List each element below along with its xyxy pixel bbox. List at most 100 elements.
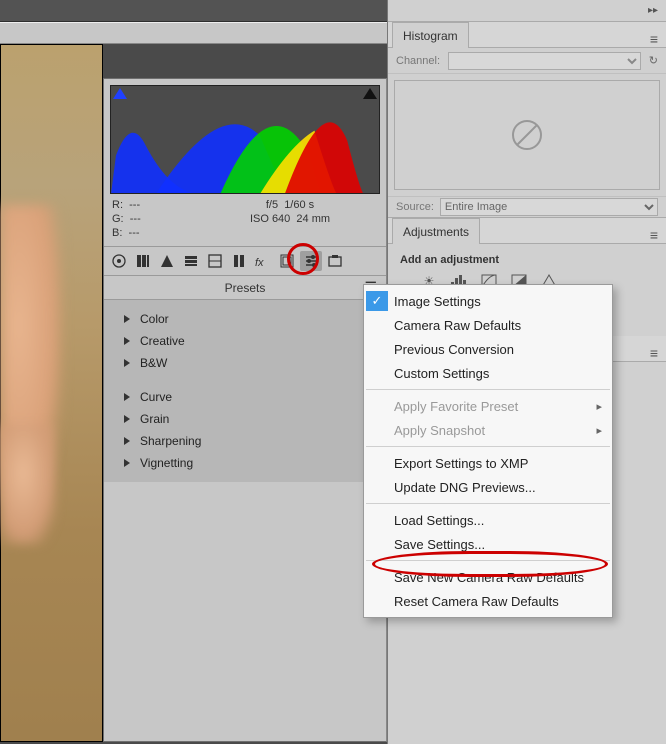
caret-right-icon: [124, 393, 130, 401]
menu-label: Load Settings...: [394, 513, 484, 528]
submenu-arrow-icon: ▸: [596, 424, 602, 437]
preset-group-label: Curve: [140, 390, 172, 404]
caret-right-icon: [124, 359, 130, 367]
camera-raw-panel: R: --- G: --- B: --- f/5 1/60 s ISO 640 …: [103, 78, 387, 742]
menu-label: Save Settings...: [394, 537, 485, 552]
presets-title: Presets: [225, 281, 266, 295]
refresh-icon[interactable]: ↻: [649, 54, 658, 67]
menu-item-custom-settings[interactable]: Custom Settings: [364, 361, 612, 385]
aperture-value: f/5: [266, 199, 278, 211]
menu-label: Camera Raw Defaults: [394, 318, 521, 333]
exif-readout: R: --- G: --- B: --- f/5 1/60 s ISO 640 …: [104, 194, 386, 247]
calibrate-icon[interactable]: [276, 251, 298, 271]
preset-group[interactable]: Curve: [104, 386, 386, 408]
preset-group[interactable]: B&W: [104, 352, 386, 374]
r-label: R:: [112, 199, 123, 211]
window-chrome-dark: [0, 0, 387, 22]
menu-item-load-settings[interactable]: Load Settings...: [364, 508, 612, 532]
menu-label: Save New Camera Raw Defaults: [394, 570, 584, 585]
tone-curve-icon[interactable]: [132, 251, 154, 271]
adjustments-title: Add an adjustment: [400, 254, 656, 266]
channel-label: Channel:: [396, 55, 440, 67]
menu-separator: [366, 560, 610, 561]
panel-menu-icon[interactable]: ≡: [650, 345, 658, 361]
adjustment-tabstrip: fx: [104, 247, 386, 276]
focal-value: 24 mm: [296, 213, 330, 225]
caret-right-icon: [124, 337, 130, 345]
snapshots-icon[interactable]: [324, 251, 346, 271]
menu-label: Image Settings: [394, 294, 481, 309]
presets-context-menu: ✓ Image Settings Camera Raw Defaults Pre…: [363, 284, 613, 618]
iso-value: ISO 640: [250, 213, 290, 225]
preset-group-label: B&W: [140, 356, 167, 370]
histogram-tabrow: Histogram ≡: [388, 22, 666, 48]
hsl-icon[interactable]: [180, 251, 202, 271]
panel-menu-icon[interactable]: ≡: [650, 31, 658, 47]
menu-label: Reset Camera Raw Defaults: [394, 594, 559, 609]
submenu-arrow-icon: ▸: [596, 400, 602, 413]
presets-list[interactable]: Color Creative B&W Curve Grain Sharpenin…: [104, 300, 386, 482]
presets-header: Presets ☰: [104, 276, 386, 300]
lens-icon[interactable]: [228, 251, 250, 271]
shutter-value: 1/60 s: [284, 199, 314, 211]
b-label: B:: [112, 227, 122, 239]
source-label: Source:: [396, 201, 434, 213]
basic-icon[interactable]: [108, 251, 130, 271]
panel-menu-icon[interactable]: ≡: [650, 227, 658, 243]
caret-right-icon: [124, 315, 130, 323]
detail-icon[interactable]: [156, 251, 178, 271]
source-select[interactable]: Entire Image: [440, 198, 658, 216]
channel-select[interactable]: [448, 52, 641, 70]
menu-item-reset-defaults[interactable]: Reset Camera Raw Defaults: [364, 589, 612, 613]
preset-group-label: Grain: [140, 412, 169, 426]
source-row: Source: Entire Image: [388, 196, 666, 218]
channel-row: Channel: ↻: [388, 48, 666, 74]
histogram-display[interactable]: [110, 85, 380, 194]
preset-group[interactable]: Vignetting: [104, 452, 386, 474]
preset-group-label: Creative: [140, 334, 185, 348]
menu-item-apply-snapshot[interactable]: Apply Snapshot ▸: [364, 418, 612, 442]
caret-right-icon: [124, 415, 130, 423]
menu-label: Export Settings to XMP: [394, 456, 528, 471]
presets-icon[interactable]: [300, 251, 322, 271]
preset-group-label: Color: [140, 312, 169, 326]
menu-item-image-settings[interactable]: ✓ Image Settings: [364, 289, 612, 313]
svg-text:fx: fx: [255, 257, 264, 268]
histogram-curves: [111, 86, 379, 194]
menu-label: Custom Settings: [394, 366, 489, 381]
menu-label: Previous Conversion: [394, 342, 514, 357]
preset-group-label: Sharpening: [140, 434, 201, 448]
menu-item-apply-favorite-preset[interactable]: Apply Favorite Preset ▸: [364, 394, 612, 418]
image-preview: [0, 44, 103, 742]
b-value: ---: [129, 227, 140, 239]
menu-item-update-dng[interactable]: Update DNG Previews...: [364, 475, 612, 499]
split-tone-icon[interactable]: [204, 251, 226, 271]
menu-item-camera-raw-defaults[interactable]: Camera Raw Defaults: [364, 313, 612, 337]
r-value: ---: [129, 199, 140, 211]
menu-item-export-xmp[interactable]: Export Settings to XMP: [364, 451, 612, 475]
preset-group[interactable]: Sharpening: [104, 430, 386, 452]
menu-separator: [366, 389, 610, 390]
fx-icon[interactable]: fx: [252, 251, 274, 271]
preset-group[interactable]: Grain: [104, 408, 386, 430]
g-label: G:: [112, 213, 124, 225]
caret-right-icon: [124, 459, 130, 467]
menu-separator: [366, 503, 610, 504]
menu-item-previous-conversion[interactable]: Previous Conversion: [364, 337, 612, 361]
preset-group-label: Vignetting: [140, 456, 193, 470]
menu-label: Apply Favorite Preset: [394, 399, 518, 414]
histogram-empty: [394, 80, 660, 190]
menu-item-save-new-defaults[interactable]: Save New Camera Raw Defaults: [364, 565, 612, 589]
menu-label: Apply Snapshot: [394, 423, 485, 438]
preset-group[interactable]: Color: [104, 308, 386, 330]
g-value: ---: [130, 213, 141, 225]
preset-group[interactable]: Creative: [104, 330, 386, 352]
window-chrome-light: [0, 22, 387, 44]
tab-histogram[interactable]: Histogram: [392, 22, 469, 48]
check-icon: ✓: [366, 291, 388, 311]
menu-item-save-settings[interactable]: Save Settings...: [364, 532, 612, 556]
menu-separator: [366, 446, 610, 447]
panel-collapse-bar[interactable]: ▸▸: [388, 0, 666, 22]
adjustments-tabrow: Adjustments ≡: [388, 218, 666, 244]
tab-adjustments[interactable]: Adjustments: [392, 218, 480, 244]
